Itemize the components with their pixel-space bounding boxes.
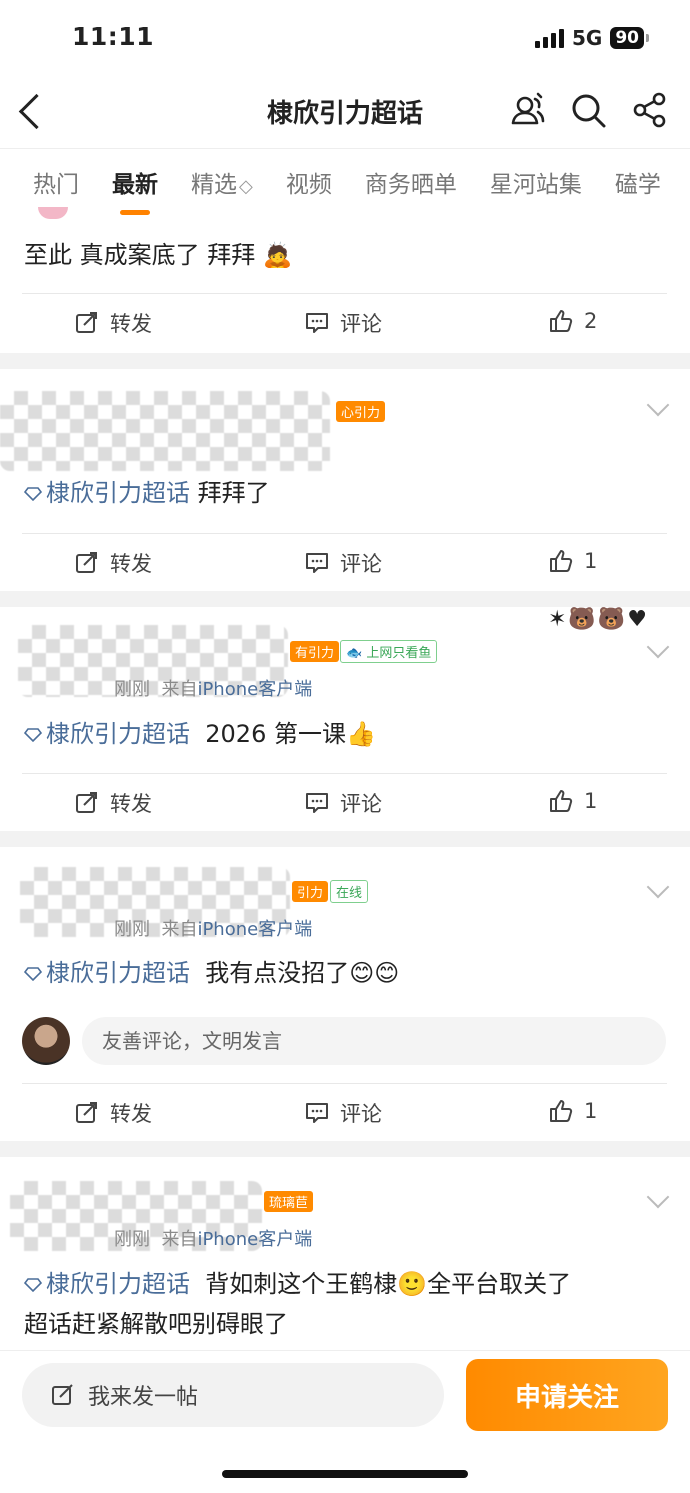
tab-featured[interactable]: 精选 ◇ <box>191 165 253 199</box>
chevron-down-icon[interactable] <box>646 393 670 417</box>
user-badge: 心引力 <box>336 401 386 422</box>
status-time: 11:11 <box>72 22 155 51</box>
like-button[interactable]: 1 <box>548 1098 597 1124</box>
comment-icon <box>306 1103 328 1123</box>
battery-icon: 90 <box>610 27 649 49</box>
diamond-icon <box>24 1278 42 1292</box>
comment-icon <box>306 313 328 333</box>
smile-emoji: 🙂 <box>397 1270 428 1298</box>
like-button[interactable]: 2 <box>548 308 597 334</box>
comment-icon <box>306 793 328 813</box>
tab-ship[interactable]: 磕学 <box>615 165 661 199</box>
chevron-down-icon[interactable] <box>646 1185 670 1209</box>
repost-icon <box>76 792 97 813</box>
nav-bar: 棣欣引力超话 <box>0 75 690 147</box>
divider <box>0 831 690 847</box>
post-actions: 转发 评论 1 <box>22 533 667 592</box>
topic-link[interactable]: 棣欣引力超话 <box>24 720 190 748</box>
decoration-icon: ✶🐻🐻♥ <box>548 607 649 632</box>
new-post-input[interactable]: 我来发一帖 <box>22 1363 444 1427</box>
post-actions: 转发 评论 2 <box>22 293 667 352</box>
post-text: 棣欣引力超话 背如刺这个王鹤棣🙂全平台取关了 超话赶紧解散吧别碍眼了 <box>24 1270 572 1338</box>
comment-button[interactable]: 评论 <box>304 1098 382 1128</box>
repost-icon <box>76 1102 97 1123</box>
repost-button[interactable]: 转发 <box>74 788 152 818</box>
post-actions: 转发 评论 1 <box>22 1083 667 1142</box>
chevron-down-icon[interactable] <box>646 875 670 899</box>
comment-icon <box>306 553 328 573</box>
repost-button[interactable]: 转发 <box>74 1098 152 1128</box>
divider <box>0 353 690 369</box>
signal-icon <box>534 28 564 48</box>
tab-collection[interactable]: 星河站集 <box>490 165 582 199</box>
diamond-icon <box>24 728 42 742</box>
post-text: 至此 真成案底了 拜拜 🙇 <box>24 241 293 269</box>
tab-business[interactable]: 商务晒单 <box>365 165 457 199</box>
like-button[interactable]: 1 <box>548 548 597 574</box>
repost-button[interactable]: 转发 <box>74 548 152 578</box>
post-text: 棣欣引力超话 2026 第一课👍 <box>24 714 376 754</box>
post-text: 棣欣引力超话 我有点没招了😊😊 <box>24 953 399 993</box>
post-card: 至此 真成案底了 拜拜 🙇 转发 评论 2 <box>0 207 690 353</box>
comment-button[interactable]: 评论 <box>304 548 382 578</box>
tab-video[interactable]: 视频 <box>286 165 332 199</box>
post-meta: 刚刚 来自iPhone客户端 <box>114 679 313 700</box>
thumbs-up-emoji: 👍 <box>345 720 376 748</box>
thumbs-up-icon <box>550 790 573 812</box>
emoji-icon: 🙇 <box>262 241 293 269</box>
repost-button[interactable]: 转发 <box>74 308 152 338</box>
avatar <box>0 391 330 471</box>
post-actions: 转发 评论 1 <box>22 773 667 832</box>
post-text: 棣欣引力超话 拜拜了 <box>24 473 270 513</box>
thumbs-up-icon <box>550 310 573 332</box>
divider <box>0 1141 690 1157</box>
follow-button[interactable]: 申请关注 <box>466 1359 668 1431</box>
comment-button[interactable]: 评论 <box>304 308 382 338</box>
smile-emoji: 😊😊 <box>349 959 400 987</box>
comment-button[interactable]: 评论 <box>304 788 382 818</box>
post-card: 引力 在线 刚刚 来自iPhone客户端 棣欣引力超话 我有点没招了😊😊 友善评… <box>0 847 690 1141</box>
avatar <box>38 207 68 219</box>
divider <box>0 591 690 607</box>
network-label: 5G <box>571 26 603 50</box>
diamond-icon <box>24 487 42 501</box>
avatar <box>22 1017 70 1065</box>
topic-link[interactable]: 棣欣引力超话 <box>24 959 190 987</box>
user-badge: 引力 <box>292 881 329 902</box>
fish-icon: 🐟 <box>346 646 363 661</box>
members-icon[interactable] <box>508 90 548 130</box>
user-badge: 琉璃苣 <box>264 1191 314 1212</box>
user-badge: 🐟 上网只看鱼 <box>340 640 438 663</box>
post-meta: 刚刚 来自iPhone客户端 <box>114 919 313 940</box>
chevron-down-icon[interactable] <box>646 635 670 659</box>
post-card: 有引力 🐟 上网只看鱼 ✶🐻🐻♥ 刚刚 来自iPhone客户端 棣欣引力超话 2… <box>0 607 690 831</box>
tab-bar: 热门 最新 精选 ◇ 视频 商务晒单 星河站集 磕学 <box>0 148 690 215</box>
user-badge: 在线 <box>330 880 369 903</box>
post-card: 琉璃苣 刚刚 来自iPhone客户端 棣欣引力超话 背如刺这个王鹤棣🙂全平台取关… <box>0 1157 690 1350</box>
thumbs-up-icon <box>550 1100 573 1122</box>
tab-hot[interactable]: 热门 <box>33 165 79 199</box>
post-card: 心引力 棣欣引力超话 拜拜了 转发 评论 1 <box>0 369 690 591</box>
topic-link[interactable]: 棣欣引力超话 <box>24 1270 190 1298</box>
repost-icon <box>76 552 97 573</box>
post-meta: 刚刚 来自iPhone客户端 <box>114 1229 313 1250</box>
share-icon[interactable] <box>630 90 670 130</box>
like-button[interactable]: 1 <box>548 788 597 814</box>
edit-icon <box>52 1384 73 1405</box>
search-icon[interactable] <box>568 90 608 130</box>
diamond-icon: ◇ <box>239 176 253 197</box>
status-indicators: 5G 90 <box>534 26 649 50</box>
tab-latest[interactable]: 最新 <box>112 165 158 199</box>
thumbs-up-icon <box>550 550 573 572</box>
home-indicator <box>222 1470 468 1478</box>
user-badge: 有引力 <box>290 641 340 662</box>
repost-icon <box>76 312 97 333</box>
diamond-icon <box>24 967 42 981</box>
topic-link[interactable]: 棣欣引力超话 <box>24 479 190 507</box>
comment-input[interactable]: 友善评论，文明发言 <box>82 1017 666 1065</box>
